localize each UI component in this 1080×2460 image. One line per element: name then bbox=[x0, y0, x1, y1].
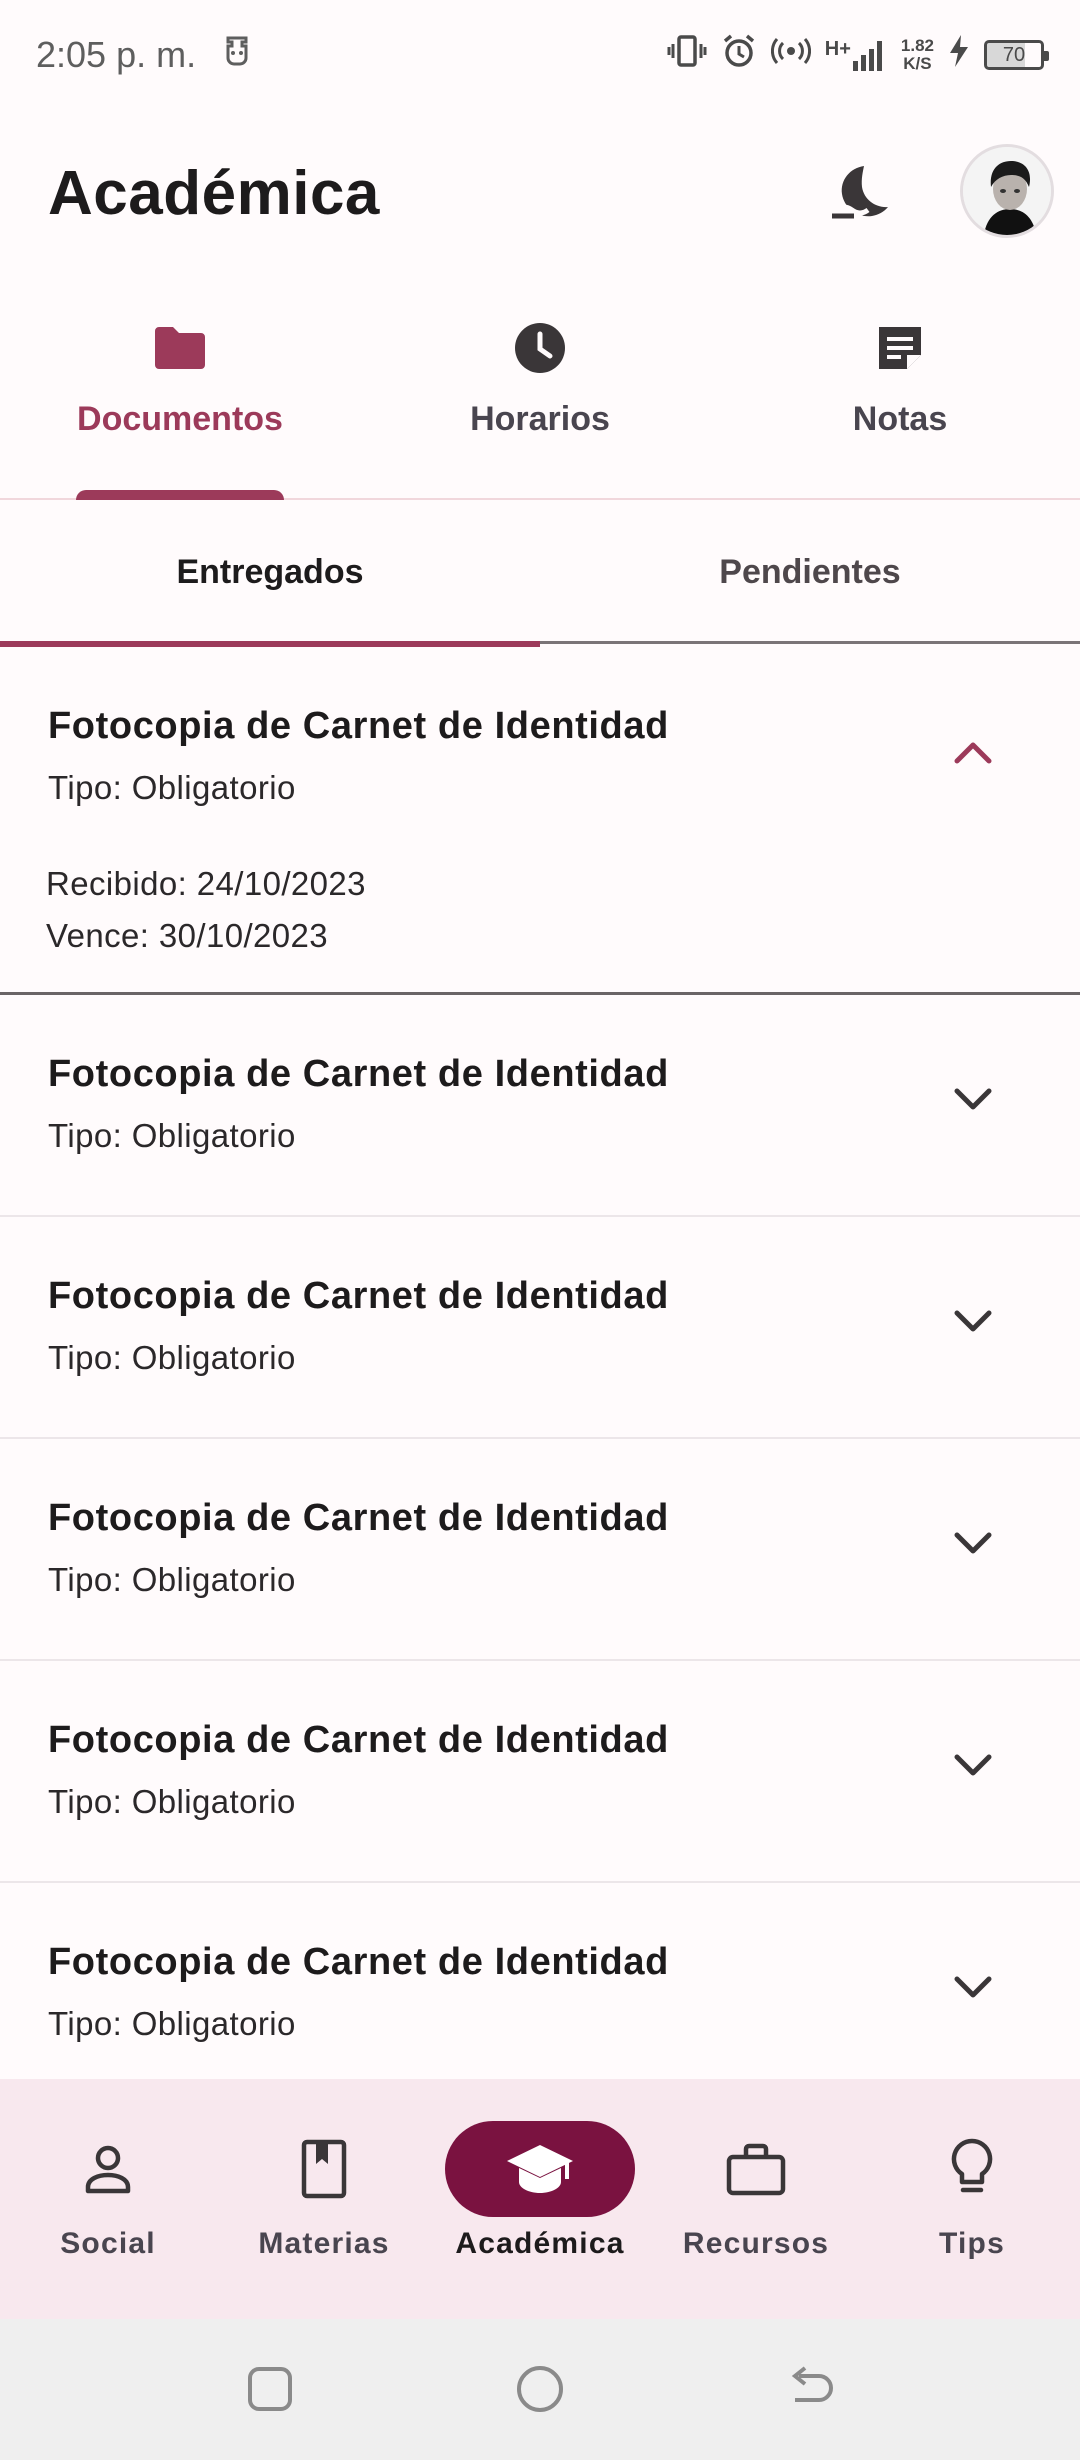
tab-entregados[interactable]: Entregados bbox=[0, 500, 540, 647]
document-title: Fotocopia de Carnet de Identidad bbox=[48, 1719, 669, 1761]
app-header: Académica bbox=[0, 130, 1080, 260]
tab-documentos[interactable]: Documentos bbox=[30, 300, 330, 500]
list-item[interactable]: Fotocopia de Carnet de Identidad Tipo: O… bbox=[0, 647, 1080, 995]
charging-icon bbox=[948, 35, 970, 75]
list-item[interactable]: Fotocopia de Carnet de Identidad Tipo: O… bbox=[0, 1439, 1080, 1661]
chevron-down-icon[interactable] bbox=[948, 1297, 998, 1347]
chevron-up-icon[interactable] bbox=[948, 727, 998, 777]
clock-icon bbox=[510, 318, 570, 378]
dark-mode-toggle[interactable] bbox=[820, 152, 900, 232]
square-icon bbox=[248, 2367, 292, 2411]
document-title: Fotocopia de Carnet de Identidad bbox=[48, 1053, 669, 1095]
notification-icon bbox=[222, 34, 252, 77]
battery-level: 70 bbox=[1002, 43, 1026, 66]
back-arrow-icon bbox=[791, 2366, 833, 2402]
tab-label: Documentos bbox=[77, 400, 283, 438]
chevron-down-icon[interactable] bbox=[948, 1741, 998, 1791]
document-type: Tipo: Obligatorio bbox=[48, 769, 296, 806]
nav-label: Materias bbox=[258, 2227, 390, 2260]
list-item[interactable]: Fotocopia de Carnet de Identidad Tipo: O… bbox=[0, 1883, 1080, 2079]
note-icon bbox=[870, 318, 930, 378]
user-avatar[interactable] bbox=[960, 144, 1054, 238]
vibrate-icon bbox=[667, 34, 707, 77]
tab-notas[interactable]: Notas bbox=[750, 300, 1050, 500]
nav-recursos[interactable]: Recursos bbox=[648, 2079, 864, 2319]
recents-button[interactable] bbox=[240, 2359, 300, 2419]
circle-icon bbox=[517, 2366, 563, 2412]
document-type: Tipo: Obligatorio bbox=[48, 1561, 296, 1598]
nav-label: Recursos bbox=[682, 2227, 830, 2260]
net-speed-unit: K/S bbox=[903, 54, 932, 73]
nav-materias[interactable]: Materias bbox=[216, 2079, 432, 2319]
active-tab-indicator bbox=[76, 490, 284, 500]
document-type: Tipo: Obligatorio bbox=[48, 2005, 296, 2042]
list-item[interactable]: Fotocopia de Carnet de Identidad Tipo: O… bbox=[0, 1217, 1080, 1439]
back-button[interactable] bbox=[780, 2359, 840, 2419]
list-item[interactable]: Fotocopia de Carnet de Identidad Tipo: O… bbox=[0, 995, 1080, 1217]
chevron-down-icon[interactable] bbox=[948, 1519, 998, 1569]
tab-label: Entregados bbox=[176, 552, 364, 591]
nav-social[interactable]: Social bbox=[0, 2079, 216, 2319]
moon-icon bbox=[832, 166, 888, 219]
document-due-date: Vence: 30/10/2023 bbox=[46, 917, 329, 954]
net-speed: 1.82 K/S bbox=[901, 37, 934, 73]
tab-label: Horarios bbox=[470, 400, 610, 438]
status-bar: 2:05 p. m. H+ 1.82 K/S 70 bbox=[0, 0, 1080, 110]
signal-icon: H+ bbox=[825, 39, 887, 71]
book-icon bbox=[229, 2121, 419, 2217]
net-speed-value: 1.82 bbox=[900, 36, 934, 55]
tab-label: Notas bbox=[852, 400, 948, 438]
home-button[interactable] bbox=[510, 2359, 570, 2419]
page-title: Académica bbox=[48, 159, 380, 228]
hotspot-icon bbox=[770, 36, 811, 74]
list-item[interactable]: Fotocopia de Carnet de Identidad Tipo: O… bbox=[0, 1661, 1080, 1883]
document-status-tabs: Entregados Pendientes bbox=[0, 500, 1080, 647]
chevron-down-icon[interactable] bbox=[948, 1963, 998, 2013]
nav-label: Social bbox=[60, 2227, 156, 2260]
nav-label: Académica bbox=[455, 2227, 625, 2260]
nav-label: Tips bbox=[939, 2227, 1005, 2260]
graduation-cap-icon bbox=[445, 2121, 635, 2217]
chevron-down-icon[interactable] bbox=[948, 1075, 998, 1125]
document-title: Fotocopia de Carnet de Identidad bbox=[48, 1275, 669, 1317]
tab-pendientes[interactable]: Pendientes bbox=[540, 500, 1080, 644]
folder-icon bbox=[150, 318, 210, 378]
lightbulb-icon bbox=[877, 2121, 1067, 2217]
tab-label: Pendientes bbox=[719, 552, 901, 591]
system-navigation-bar bbox=[0, 2319, 1080, 2460]
bottom-navigation: Social Materias Académica Recursos Tips bbox=[0, 2079, 1080, 2319]
document-type: Tipo: Obligatorio bbox=[48, 1783, 296, 1820]
tab-horarios[interactable]: Horarios bbox=[390, 300, 690, 500]
person-icon bbox=[13, 2121, 203, 2217]
document-type: Tipo: Obligatorio bbox=[48, 1117, 296, 1154]
nav-academica[interactable]: Académica bbox=[432, 2079, 648, 2319]
nav-tips[interactable]: Tips bbox=[864, 2079, 1080, 2319]
document-received-date: Recibido: 24/10/2023 bbox=[46, 865, 366, 902]
status-time: 2:05 p. m. bbox=[36, 34, 197, 75]
network-type: H+ bbox=[824, 38, 851, 60]
document-title: Fotocopia de Carnet de Identidad bbox=[48, 1497, 669, 1539]
document-list: Fotocopia de Carnet de Identidad Tipo: O… bbox=[0, 647, 1080, 2079]
battery-icon: 70 bbox=[984, 40, 1049, 70]
document-title: Fotocopia de Carnet de Identidad bbox=[48, 1941, 669, 1983]
document-title: Fotocopia de Carnet de Identidad bbox=[48, 705, 669, 747]
alarm-icon bbox=[721, 33, 757, 77]
briefcase-icon bbox=[661, 2121, 851, 2217]
section-tabs: Documentos Horarios Notas bbox=[0, 300, 1080, 500]
document-type: Tipo: Obligatorio bbox=[48, 1339, 296, 1376]
